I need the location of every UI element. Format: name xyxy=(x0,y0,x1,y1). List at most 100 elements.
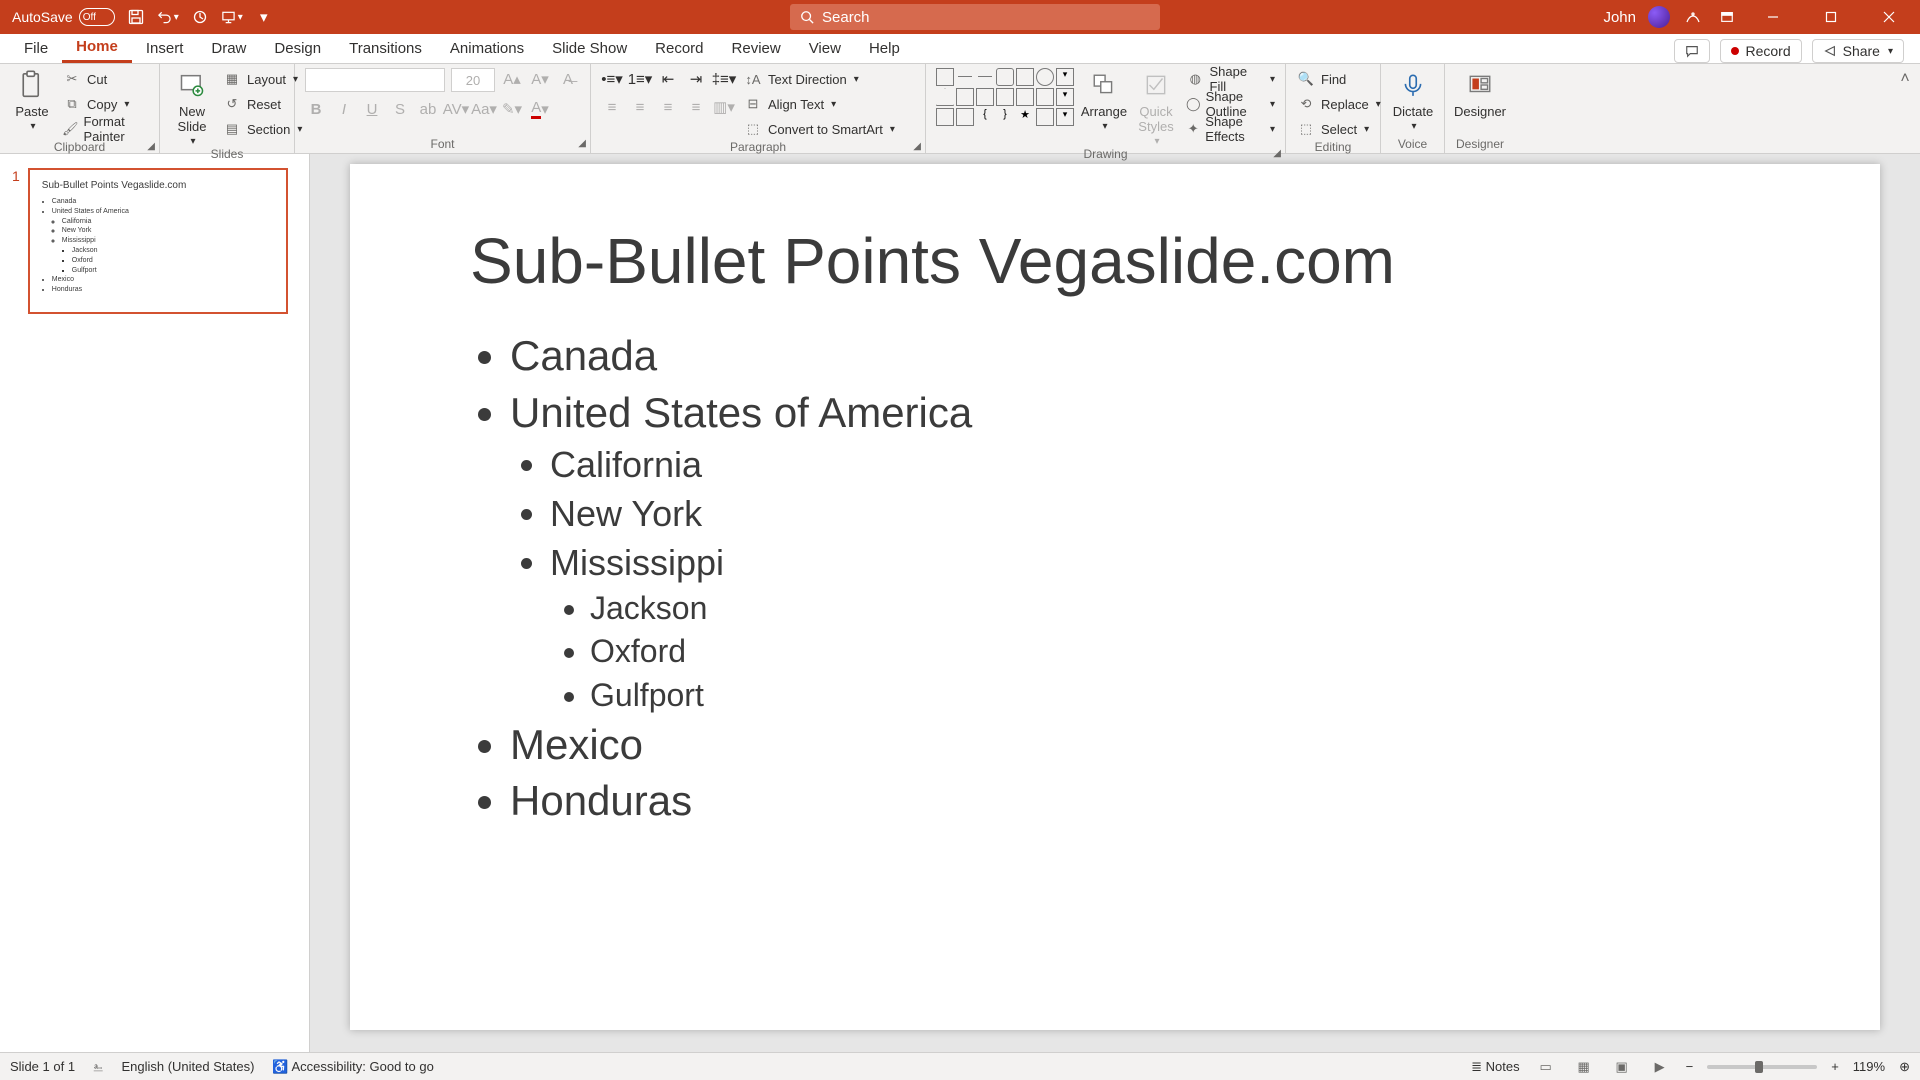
bullet-item[interactable]: Honduras xyxy=(510,773,1880,830)
decrease-indent-button[interactable]: ⇤ xyxy=(657,68,679,90)
bullet-item[interactable]: Oxford xyxy=(72,256,274,266)
dialog-launcher-icon[interactable]: ◢ xyxy=(578,138,586,149)
maximize-button[interactable] xyxy=(1808,0,1854,34)
dialog-launcher-icon[interactable]: ◢ xyxy=(1273,148,1281,159)
bullet-item[interactable]: MississippiJacksonOxfordGulfport xyxy=(550,539,1880,717)
slide-title[interactable]: Sub-Bullet Points Vegaslide.com xyxy=(350,164,1880,328)
bullet-item[interactable]: Jackson xyxy=(72,246,274,256)
notes-button[interactable]: ≣ Notes xyxy=(1471,1059,1519,1075)
sorter-view-button[interactable]: ▦ xyxy=(1572,1057,1596,1077)
bullet-item[interactable]: Jackson xyxy=(590,587,1880,630)
tab-animations[interactable]: Animations xyxy=(436,33,538,63)
paste-button[interactable]: Paste▾ xyxy=(10,68,54,132)
find-button[interactable]: 🔍Find xyxy=(1296,68,1381,90)
justify-button[interactable]: ≡ xyxy=(685,96,707,118)
section-button[interactable]: ▤Section▾ xyxy=(222,118,302,140)
font-size-input[interactable]: 20 xyxy=(451,68,495,92)
quick-styles-button[interactable]: Quick Styles▾ xyxy=(1134,68,1178,147)
arrange-button[interactable]: Arrange▾ xyxy=(1082,68,1126,132)
align-center-button[interactable]: ≡ xyxy=(629,96,651,118)
close-button[interactable] xyxy=(1866,0,1912,34)
font-family-input[interactable] xyxy=(305,68,445,92)
comments-button[interactable] xyxy=(1674,39,1710,63)
bullet-item[interactable]: Canada xyxy=(52,197,274,207)
cut-button[interactable]: ✂Cut xyxy=(62,68,149,90)
designer-button[interactable]: Designer xyxy=(1455,68,1505,119)
columns-button[interactable]: ▥▾ xyxy=(713,96,735,118)
strikethrough-button[interactable]: S xyxy=(389,98,411,120)
dictate-button[interactable]: Dictate▾ xyxy=(1391,68,1435,132)
layout-button[interactable]: ▦Layout▾ xyxy=(222,68,302,90)
tab-draw[interactable]: Draw xyxy=(197,33,260,63)
copy-button[interactable]: ⧉Copy▾ xyxy=(62,93,149,115)
slide[interactable]: Sub-Bullet Points Vegaslide.com CanadaUn… xyxy=(350,164,1880,1030)
format-painter-button[interactable]: 🖌Format Painter xyxy=(62,118,149,140)
tab-help[interactable]: Help xyxy=(855,33,914,63)
clear-formatting-button[interactable]: A̶ xyxy=(557,68,579,90)
qat-customize-icon[interactable]: ▾ xyxy=(253,6,275,28)
tab-view[interactable]: View xyxy=(795,33,855,63)
zoom-out-button[interactable]: − xyxy=(1686,1059,1694,1074)
shape-outline-button[interactable]: ◯Shape Outline▾ xyxy=(1186,93,1275,115)
dialog-launcher-icon[interactable]: ◢ xyxy=(913,141,921,152)
tab-insert[interactable]: Insert xyxy=(132,33,198,63)
coming-soon-icon[interactable] xyxy=(1682,6,1704,28)
save-icon[interactable] xyxy=(125,6,147,28)
language-status[interactable]: English (United States) xyxy=(121,1059,254,1074)
present-icon[interactable]: ▾ xyxy=(221,6,243,28)
bullet-item[interactable]: California xyxy=(62,217,274,227)
bold-button[interactable]: B xyxy=(305,98,327,120)
zoom-in-button[interactable]: + xyxy=(1831,1059,1839,1074)
font-color-button[interactable]: A▾ xyxy=(529,98,551,120)
shapes-gallery[interactable]: ▾ ▾ {}★▾ xyxy=(936,68,1074,126)
tab-review[interactable]: Review xyxy=(718,33,795,63)
tab-design[interactable]: Design xyxy=(260,33,335,63)
tab-transitions[interactable]: Transitions xyxy=(335,33,436,63)
shrink-font-button[interactable]: A▾ xyxy=(529,68,551,90)
italic-button[interactable]: I xyxy=(333,98,355,120)
autosave-toggle[interactable]: AutoSave Off xyxy=(12,8,115,26)
bullets-button[interactable]: •≡▾ xyxy=(601,68,623,90)
zoom-slider[interactable] xyxy=(1707,1065,1817,1069)
tab-slide-show[interactable]: Slide Show xyxy=(538,33,641,63)
bullet-item[interactable]: Honduras xyxy=(52,285,274,295)
bullet-item[interactable]: United States of AmericaCaliforniaNew Yo… xyxy=(510,385,1880,717)
tab-file[interactable]: File xyxy=(10,33,62,63)
bullet-item[interactable]: California xyxy=(550,441,1880,490)
shadow-button[interactable]: ab xyxy=(417,98,439,120)
slide-thumbnail[interactable]: Sub-Bullet Points Vegaslide.com CanadaUn… xyxy=(28,168,288,314)
highlight-button[interactable]: ✎▾ xyxy=(501,98,523,120)
bullet-item[interactable]: United States of AmericaCaliforniaNew Yo… xyxy=(52,207,274,276)
shape-fill-button[interactable]: ◍Shape Fill▾ xyxy=(1186,68,1275,90)
select-button[interactable]: ⬚Select▾ xyxy=(1296,118,1381,140)
fit-to-window-button[interactable]: ⊕ xyxy=(1899,1059,1910,1075)
bullet-item[interactable]: Gulfport xyxy=(72,266,274,276)
record-button[interactable]: Record xyxy=(1720,39,1801,63)
line-spacing-button[interactable]: ‡≡▾ xyxy=(713,68,735,90)
bullet-item[interactable]: Canada xyxy=(510,328,1880,385)
underline-button[interactable]: U xyxy=(361,98,383,120)
redo-icon[interactable] xyxy=(189,6,211,28)
accessibility-status[interactable]: ♿ Accessibility: Good to go xyxy=(272,1059,433,1075)
undo-icon[interactable]: ▾ xyxy=(157,6,179,28)
slide-counter[interactable]: Slide 1 of 1 xyxy=(10,1059,75,1074)
zoom-level[interactable]: 119% xyxy=(1853,1059,1885,1074)
slide-body[interactable]: CanadaUnited States of AmericaCalifornia… xyxy=(350,328,1880,830)
bullet-item[interactable]: New York xyxy=(62,226,274,236)
bullet-item[interactable]: Mexico xyxy=(510,717,1880,774)
slide-canvas[interactable]: Sub-Bullet Points Vegaslide.com CanadaUn… xyxy=(310,154,1920,1052)
spellcheck-icon[interactable]: ⎁ xyxy=(93,1059,103,1075)
text-direction-button[interactable]: ↕AText Direction▾ xyxy=(743,68,895,90)
numbering-button[interactable]: 1≡▾ xyxy=(629,68,651,90)
minimize-button[interactable] xyxy=(1750,0,1796,34)
ribbon-display-icon[interactable] xyxy=(1716,6,1738,28)
align-text-button[interactable]: ⊟Align Text▾ xyxy=(743,93,895,115)
normal-view-button[interactable]: ▭ xyxy=(1534,1057,1558,1077)
reset-button[interactable]: ↺Reset xyxy=(222,93,302,115)
new-slide-button[interactable]: New Slide▾ xyxy=(170,68,214,147)
bullet-item[interactable]: Gulfport xyxy=(590,674,1880,717)
increase-indent-button[interactable]: ⇥ xyxy=(685,68,707,90)
bullet-item[interactable]: Mexico xyxy=(52,275,274,285)
smartart-button[interactable]: ⬚Convert to SmartArt▾ xyxy=(743,118,895,140)
replace-button[interactable]: ⟲Replace▾ xyxy=(1296,93,1381,115)
